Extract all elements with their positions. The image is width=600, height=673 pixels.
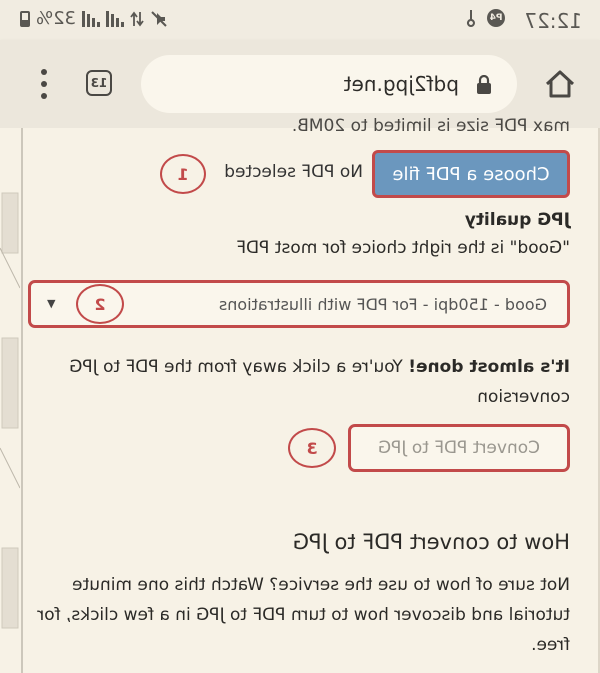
page-right-border — [21, 128, 23, 673]
no-file-selected-label: No PDF selected — [224, 162, 363, 182]
signal-strength-2-icon — [82, 10, 101, 27]
profile-badge-icon: P4 — [487, 9, 505, 27]
mirrored-screen: 12:27 P4 32% pdf2jpg.net 13 max PDF size… — [0, 0, 600, 673]
more-menu-icon[interactable] — [40, 69, 48, 99]
quality-description: "Good" is the right choice for most PDF — [236, 238, 570, 258]
quality-title: JPG quality — [464, 210, 570, 230]
status-time: 12:27 — [524, 9, 582, 33]
tab-switcher-button[interactable]: 13 — [86, 70, 112, 96]
url-bar[interactable]: pdf2jpg.net — [141, 55, 517, 113]
dropdown-arrow-icon: ▼ — [47, 297, 56, 310]
data-transfer-icon — [130, 10, 144, 28]
background-decoration — [0, 192, 20, 629]
url-text: pdf2jpg.net — [343, 72, 459, 96]
almost-done-bold: It's almost done! — [408, 357, 570, 377]
almost-done-message: It's almost done! You're a click away fr… — [40, 352, 570, 412]
quality-select-value: Good - 150dpi - For PDF with illustratio… — [218, 295, 547, 314]
convert-button[interactable]: Convert PDF to JPG — [348, 424, 570, 472]
status-system-icons: 32% — [20, 8, 168, 29]
howto-paragraph: Not sure of how to use the service? Watc… — [37, 575, 570, 655]
battery-icon — [20, 10, 30, 27]
status-notification-icons: P4 — [465, 9, 505, 27]
page-content: max PDF size is limited to 20MB. Choose … — [0, 116, 600, 673]
battery-percent: 32% — [36, 8, 77, 29]
size-limit-text: max PDF size is limited to 20MB. — [291, 116, 570, 136]
home-button[interactable] — [542, 66, 578, 102]
mute-icon — [150, 10, 168, 28]
home-icon — [545, 70, 575, 98]
notification-icon — [465, 9, 477, 27]
choose-pdf-button[interactable]: Choose a PDF file — [372, 150, 570, 198]
step-3-marker: 3 — [288, 428, 336, 468]
step-1-marker: 1 — [160, 154, 206, 194]
browser-toolbar: pdf2jpg.net 13 — [0, 40, 600, 128]
status-bar: 12:27 P4 32% — [0, 0, 600, 40]
lock-icon — [475, 74, 493, 99]
signal-strength-icon — [106, 10, 125, 27]
howto-heading: How to convert PDF to JPG — [292, 530, 570, 554]
step-2-marker: 2 — [76, 284, 124, 324]
